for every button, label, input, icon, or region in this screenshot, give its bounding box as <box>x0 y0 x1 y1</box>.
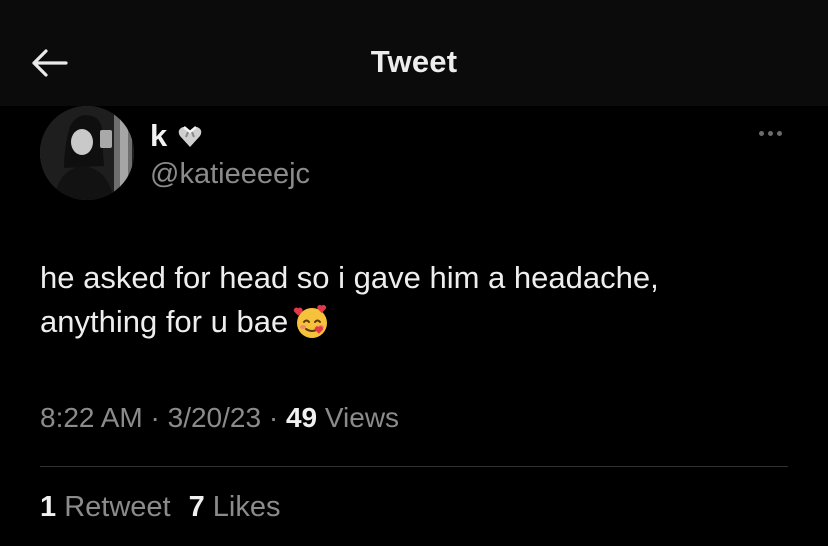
ellipsis-icon <box>776 130 782 136</box>
meta-separator: · <box>261 402 286 433</box>
retweets-label: Retweet <box>56 491 171 523</box>
more-options-button[interactable] <box>752 118 788 148</box>
views-count: 49 <box>285 402 318 433</box>
tweet-text: he asked for head so i gave him a headac… <box>40 256 800 344</box>
tweet-stats: 1 Retweet 7 Likes <box>40 491 281 524</box>
tweet-date: 3/20/23 <box>167 402 262 433</box>
page-title: Tweet <box>370 44 458 79</box>
tweet-meta: 8:22 AM · 3/20/23 · 49 Views <box>40 402 399 434</box>
display-name: k <box>150 118 168 153</box>
tweet-text-line: anything for u bae <box>40 304 289 339</box>
top-bar: Tweet <box>0 0 828 106</box>
ellipsis-icon <box>767 130 773 136</box>
author-name-row[interactable]: k <box>150 116 203 156</box>
profile-photo <box>40 106 134 200</box>
likes-stat[interactable]: 7 Likes <box>189 491 281 524</box>
divider <box>40 466 788 467</box>
likes-label: Likes <box>204 491 281 523</box>
retweets-count: 1 <box>40 491 57 523</box>
ellipsis-icon <box>758 130 764 136</box>
author-handle[interactable]: @katieeeejc <box>150 158 310 191</box>
tweet-time: 8:22 AM <box>40 402 143 433</box>
avatar[interactable] <box>40 106 134 200</box>
views-label: Views <box>317 402 400 433</box>
meta-separator: · <box>142 402 168 433</box>
tweet-text-line-2: anything for u bae <box>40 300 800 344</box>
tweet-text-line: he asked for head so i gave him a headac… <box>40 260 659 295</box>
retweets-stat[interactable]: 1 Retweet <box>40 491 171 524</box>
smiling-face-with-hearts-icon <box>293 304 328 338</box>
heart-with-ribbon-icon <box>178 126 202 147</box>
likes-count: 7 <box>188 491 205 523</box>
